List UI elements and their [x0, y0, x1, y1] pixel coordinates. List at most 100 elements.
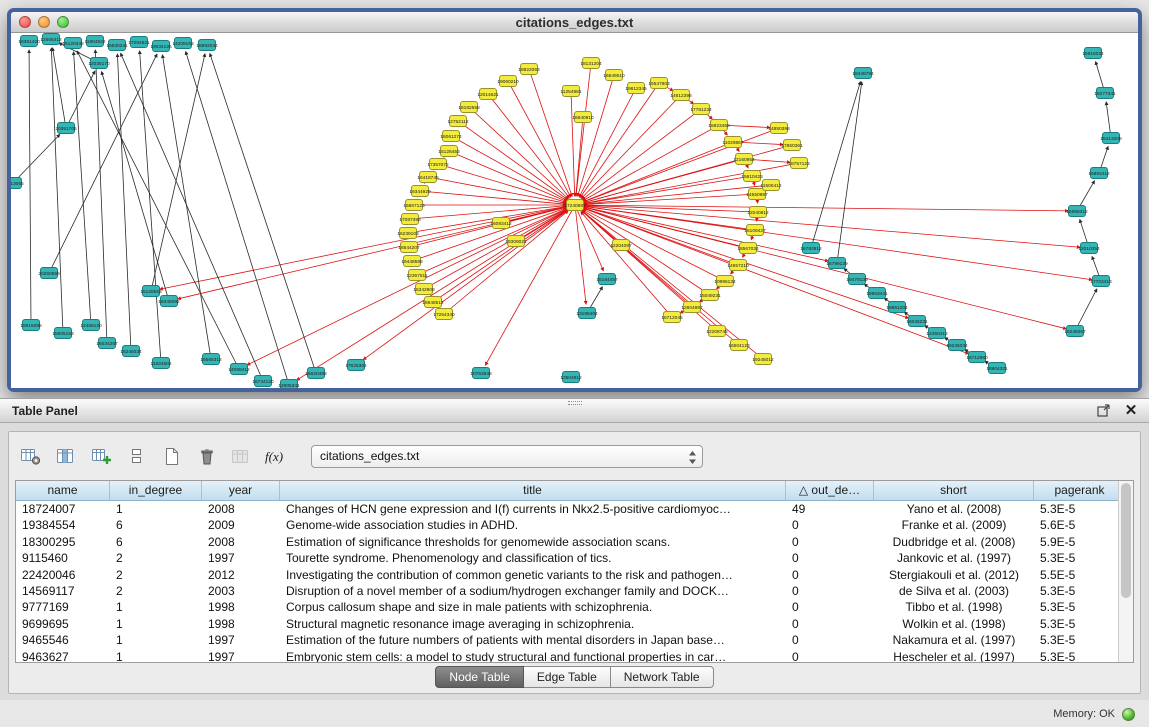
- graph-node[interactable]: 19479139: [846, 274, 868, 285]
- graph-edge-black[interactable]: [29, 50, 31, 325]
- graph-edge-black[interactable]: [811, 82, 860, 248]
- graph-node[interactable]: 19245034: [946, 340, 968, 351]
- graph-node[interactable]: 12604987: [681, 302, 703, 313]
- new-table-icon[interactable]: [155, 441, 187, 471]
- graph-edge-black[interactable]: [1075, 289, 1097, 331]
- graph-node[interactable]: 13504912: [560, 372, 582, 383]
- tab-edge-table[interactable]: Edge Table: [524, 666, 611, 688]
- column-header-title[interactable]: title: [280, 481, 786, 500]
- graph-node[interactable]: 15620483: [305, 368, 327, 379]
- graph-edge-red[interactable]: [583, 142, 733, 202]
- graph-edge-black[interactable]: [121, 53, 263, 381]
- graph-node[interactable]: 16649510: [603, 70, 625, 81]
- graph-node[interactable]: 18245034: [120, 346, 142, 357]
- graph-node[interactable]: 18822063: [518, 64, 540, 75]
- close-window-button[interactable]: [19, 16, 31, 28]
- graph-node[interactable]: 10996134: [714, 276, 736, 287]
- graph-node[interactable]: 16793912: [800, 243, 822, 254]
- graph-node[interactable]: 19448598: [401, 256, 423, 267]
- graph-edge-black[interactable]: [117, 54, 131, 351]
- graph-node[interactable]: 16045231: [906, 316, 928, 327]
- graph-edge-red[interactable]: [363, 205, 575, 360]
- graph-node[interactable]: 18391420: [18, 36, 40, 47]
- graph-node[interactable]: 15184457: [596, 274, 618, 285]
- table-row[interactable]: 1938455462009Genome-wide association stu…: [16, 517, 1118, 533]
- graph-node[interactable]: 12506412: [40, 34, 62, 45]
- graph-node[interactable]: 15905153: [52, 328, 74, 339]
- graph-node[interactable]: 20413065: [11, 178, 24, 189]
- graph-node[interactable]: 14208153: [172, 38, 194, 49]
- graph-node[interactable]: 12208745: [706, 326, 728, 337]
- graph-edge-black[interactable]: [95, 50, 107, 343]
- graph-node[interactable]: 16109427: [744, 225, 766, 236]
- tab-network-table[interactable]: Network Table: [611, 666, 714, 688]
- graph-node[interactable]: 11834502: [151, 358, 172, 369]
- graph-edge-red[interactable]: [449, 151, 567, 201]
- graph-node[interactable]: 16093412: [490, 218, 512, 229]
- graph-node[interactable]: 11254981: [561, 86, 582, 97]
- graph-node[interactable]: 15867123: [403, 200, 425, 211]
- network-canvas[interactable]: 1512845317357072164187451934492015867123…: [11, 33, 1138, 388]
- minimize-window-button[interactable]: [38, 16, 50, 28]
- graph-node[interactable]: 16640910: [572, 112, 594, 123]
- graph-edge-black[interactable]: [837, 82, 862, 263]
- column-header-name[interactable]: name: [16, 481, 110, 500]
- create-column-icon[interactable]: [85, 441, 117, 471]
- show-columns-icon[interactable]: [50, 441, 82, 471]
- graph-edge-red[interactable]: [428, 177, 566, 203]
- graph-node[interactable]: 20260859: [38, 268, 60, 279]
- graph-node[interactable]: 17254340: [433, 309, 455, 320]
- graph-edge-red[interactable]: [469, 107, 568, 199]
- graph-edge-black[interactable]: [162, 55, 211, 359]
- graph-node[interactable]: 17084521: [128, 37, 150, 48]
- graph-node[interactable]: 12450412: [926, 328, 948, 339]
- float-panel-icon[interactable]: [1095, 403, 1111, 419]
- graph-node[interactable]: 18757123: [788, 158, 810, 169]
- graph-edge-black[interactable]: [102, 72, 169, 301]
- zoom-window-button[interactable]: [57, 16, 69, 28]
- graph-edge-red[interactable]: [575, 205, 1066, 329]
- window-titlebar[interactable]: citations_edges.txt: [11, 12, 1138, 33]
- graph-node[interactable]: 12035170: [88, 58, 110, 69]
- graph-node[interactable]: 17850361: [781, 140, 803, 151]
- graph-node[interactable]: 16418745: [417, 172, 439, 183]
- column-header-out_degree[interactable]: △ out_de…: [786, 481, 874, 500]
- graph-node[interactable]: 14850398: [768, 123, 790, 134]
- graph-node[interactable]: 15610423: [741, 171, 763, 182]
- graph-node[interactable]: 18567034: [737, 243, 759, 254]
- graph-node[interactable]: 18544207: [398, 242, 420, 253]
- graph-node[interactable]: 16712980: [966, 352, 988, 363]
- graph-edge-black[interactable]: [140, 51, 161, 363]
- column-header-short[interactable]: short: [874, 481, 1034, 500]
- graph-node[interactable]: 11029867: [723, 137, 744, 148]
- table-row[interactable]: 977716911998Corpus callosum shape and si…: [16, 599, 1118, 615]
- panel-resize-handle[interactable]: [568, 401, 582, 405]
- function-builder-icon[interactable]: f(x): [260, 441, 292, 471]
- graph-node[interactable]: 15342908: [413, 284, 435, 295]
- graph-node[interactable]: 17357072: [427, 159, 449, 170]
- graph-node[interactable]: 19915086: [20, 320, 42, 331]
- graph-node[interactable]: 20351706: [55, 123, 77, 134]
- graph-edge-black[interactable]: [186, 52, 289, 385]
- graph-node[interactable]: 13195404: [576, 308, 598, 319]
- graph-node[interactable]: 12752112: [448, 116, 469, 127]
- vertical-scrollbar[interactable]: [1118, 481, 1133, 662]
- graph-node[interactable]: 12010354: [1078, 243, 1100, 254]
- graph-edge-red[interactable]: [575, 205, 1080, 247]
- graph-node[interactable]: 15547803: [648, 78, 670, 89]
- graph-edge-black[interactable]: [210, 54, 316, 373]
- graph-node[interactable]: 16712045: [661, 312, 683, 323]
- graph-node[interactable]: 16120348: [62, 38, 84, 49]
- graph-node[interactable]: 16061274: [440, 131, 462, 142]
- graph-edge-red[interactable]: [571, 91, 575, 196]
- graph-edge-black[interactable]: [151, 54, 205, 291]
- graph-edge-red[interactable]: [581, 212, 672, 317]
- column-header-pagerank[interactable]: pagerank: [1034, 481, 1126, 500]
- graph-node[interactable]: 16734120: [252, 376, 274, 387]
- graph-node[interactable]: 18904321: [986, 363, 1008, 374]
- table-row[interactable]: 946554611997Estimation of the future num…: [16, 632, 1118, 648]
- graph-node[interactable]: 19861204: [886, 302, 908, 313]
- graph-node[interactable]: 16893412: [1088, 168, 1110, 179]
- graph-edge-red[interactable]: [576, 117, 583, 196]
- graph-node[interactable]: 14612398: [670, 90, 692, 101]
